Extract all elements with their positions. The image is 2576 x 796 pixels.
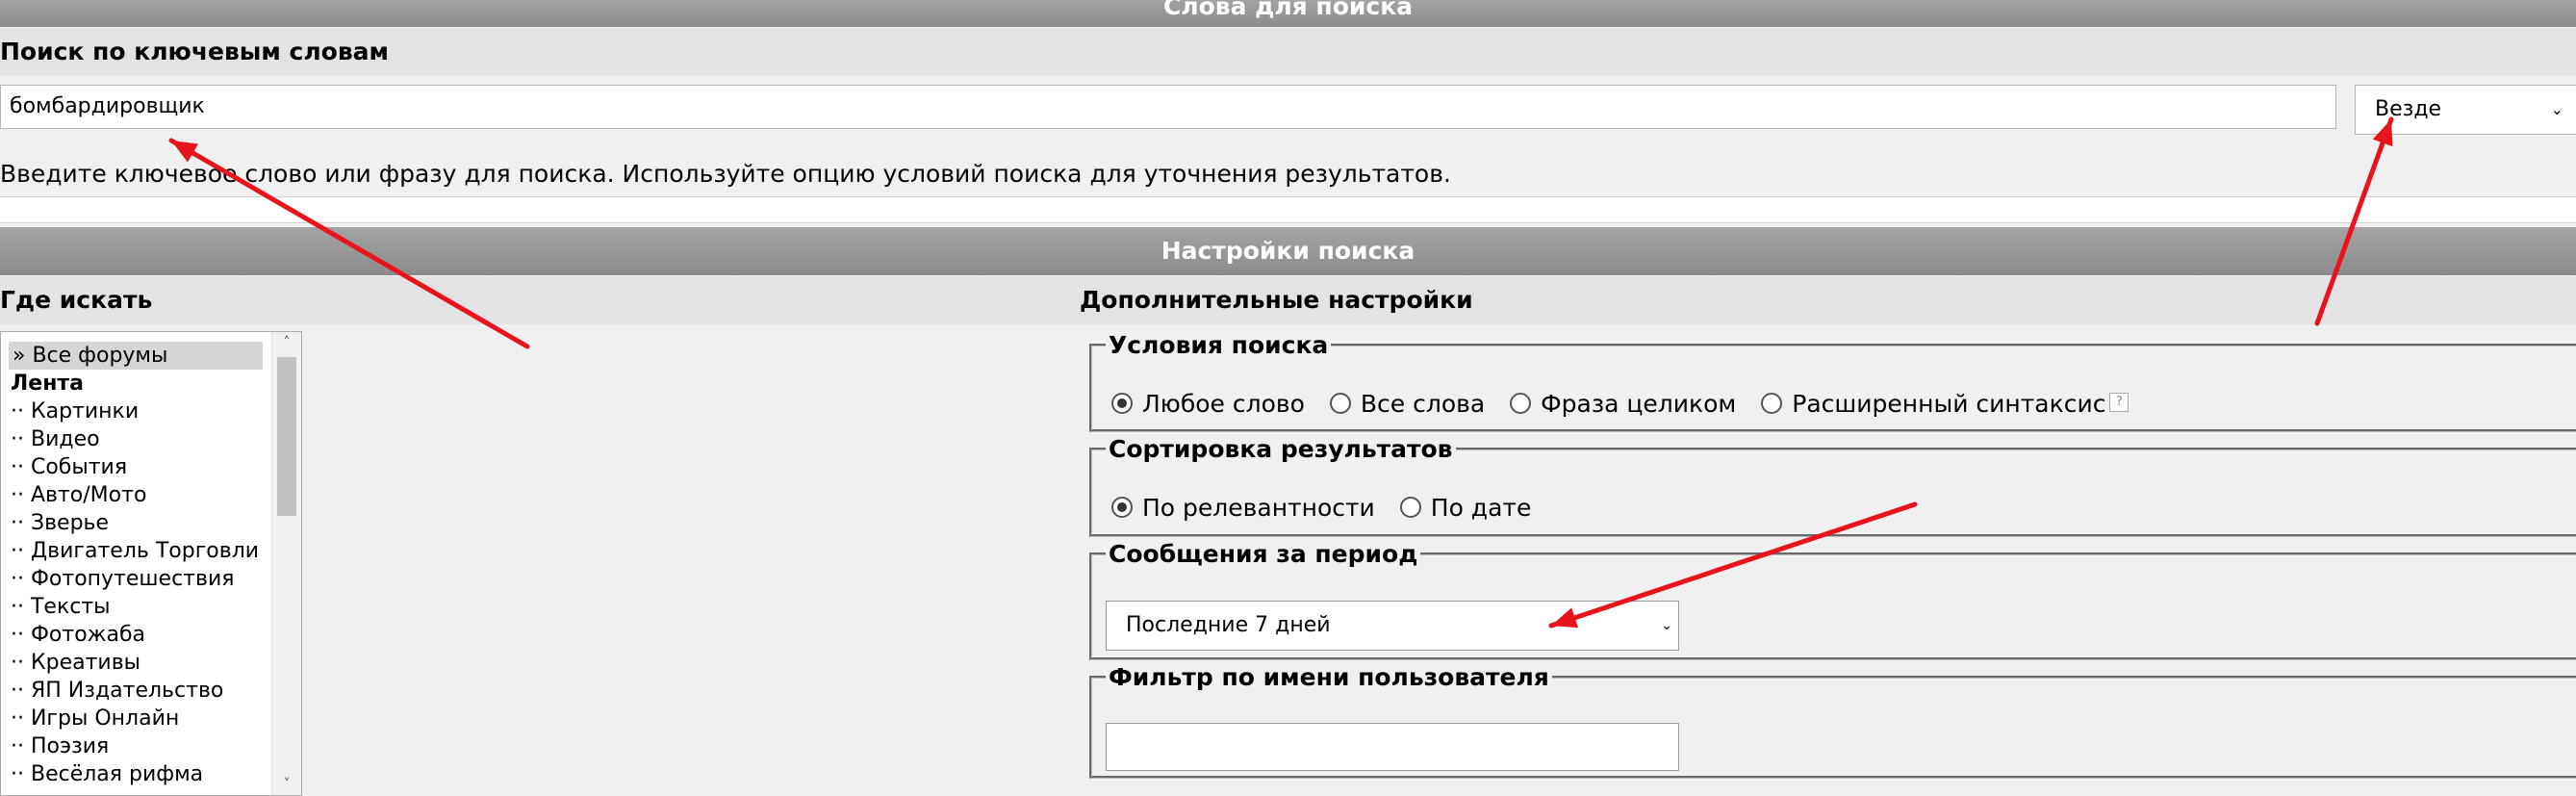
annotation-arrow-keyword [168, 138, 530, 349]
annotation-arrow-period [1548, 501, 1918, 629]
annotation-arrow-scope [2314, 116, 2394, 326]
annotation-arrows [168, 116, 2394, 629]
